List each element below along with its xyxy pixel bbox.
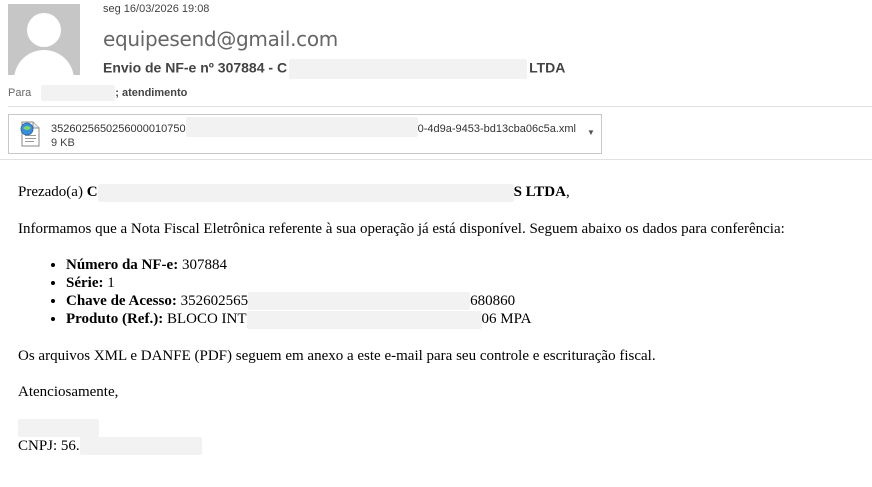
product-start: BLOCO INT	[163, 311, 247, 328]
closing: Atenciosamente,	[18, 383, 119, 400]
attachment-name-end: 0-4d9a-9453-bd13cba06c5a.xml	[417, 122, 576, 135]
attachment-size: 9 KB	[51, 137, 75, 149]
serie-label: Série:	[66, 274, 104, 291]
body-divider	[0, 159, 872, 160]
cnpj-line: CNPJ: 56.	[18, 437, 868, 456]
avatar-shoulders-shape	[14, 50, 74, 75]
sent-date: seg 16/03/2026 19:08	[103, 3, 210, 15]
attachment-name[interactable]: 3526025650256000010750 0-4d9a-9453-bd13cb…	[51, 117, 576, 137]
recipients-line: Para ; atendimento	[8, 85, 187, 101]
attachment-name-start: 3526025650256000010750	[51, 122, 186, 135]
greeting-start: Prezado(a)	[18, 184, 87, 200]
redacted-signature	[18, 418, 99, 437]
redacted-cnpj	[79, 437, 202, 456]
product-label: Produto (Ref.):	[66, 311, 164, 328]
list-item-product: Produto (Ref.): BLOCO INT 06 MPA	[66, 310, 868, 329]
access-key-end: 680860	[470, 292, 516, 309]
message-header: seg 16/03/2026 19:08 equipesend@gmail.co…	[0, 0, 872, 82]
recipient-name-start: C	[86, 184, 98, 200]
redacted-access-key	[248, 292, 471, 311]
recipient-name-end: S LTDA	[513, 184, 566, 200]
redacted-recipient	[41, 85, 116, 101]
redacted-product	[246, 310, 482, 329]
subject-line: Envio de NF-e nº 307884 - C LTDA	[103, 59, 565, 79]
attachment-card[interactable]: 3526025650256000010750 0-4d9a-9453-bd13cb…	[8, 114, 602, 154]
redacted-filename	[185, 117, 418, 137]
intro-paragraph: Informamos que a Nota Fiscal Eletrônica …	[18, 220, 785, 237]
avatar-head-shape	[27, 13, 61, 47]
serie-value: 1	[103, 274, 115, 291]
chevron-down-icon[interactable]: ▼	[587, 128, 595, 137]
subject-start: Envio de NF-e nº 307884 -	[103, 59, 277, 76]
list-item-nfe-number: Número da NF-e: 307884	[66, 256, 868, 274]
list-item-access-key: Chave de Acesso: 352602565 680860	[66, 292, 868, 311]
subject-end: LTDA	[529, 59, 566, 76]
email-body: Prezado(a) C S LTDA, Informamos que a Not…	[18, 183, 868, 456]
greeting: Prezado(a) C S LTDA,	[18, 183, 868, 202]
xml-file-icon	[18, 120, 42, 148]
product-end: 06 MPA	[481, 311, 532, 328]
nfe-number-label: Número da NF-e:	[66, 256, 179, 273]
subject-prefix: C	[276, 59, 288, 76]
sender-address[interactable]: equipesend@gmail.com	[103, 27, 338, 51]
access-key-start: 352602565	[176, 292, 249, 309]
redacted-block	[289, 59, 528, 79]
sender-avatar[interactable]	[8, 4, 80, 75]
invoice-details-list: Número da NF-e: 307884 Série: 1 Chave de…	[18, 256, 868, 329]
greeting-comma: ,	[565, 184, 570, 200]
header-divider	[8, 106, 872, 107]
to-label: Para	[8, 86, 32, 99]
redacted-recipient-name	[97, 183, 514, 202]
cnpj-start: CNPJ: 56.	[18, 437, 80, 454]
list-item-serie: Série: 1	[66, 274, 868, 292]
attachments-note: Os arquivos XML e DANFE (PDF) seguem em …	[18, 347, 656, 364]
nfe-number-value: 307884	[178, 256, 227, 273]
access-key-label: Chave de Acesso:	[66, 292, 177, 309]
recipient-tail[interactable]: ; atendimento	[115, 87, 187, 99]
